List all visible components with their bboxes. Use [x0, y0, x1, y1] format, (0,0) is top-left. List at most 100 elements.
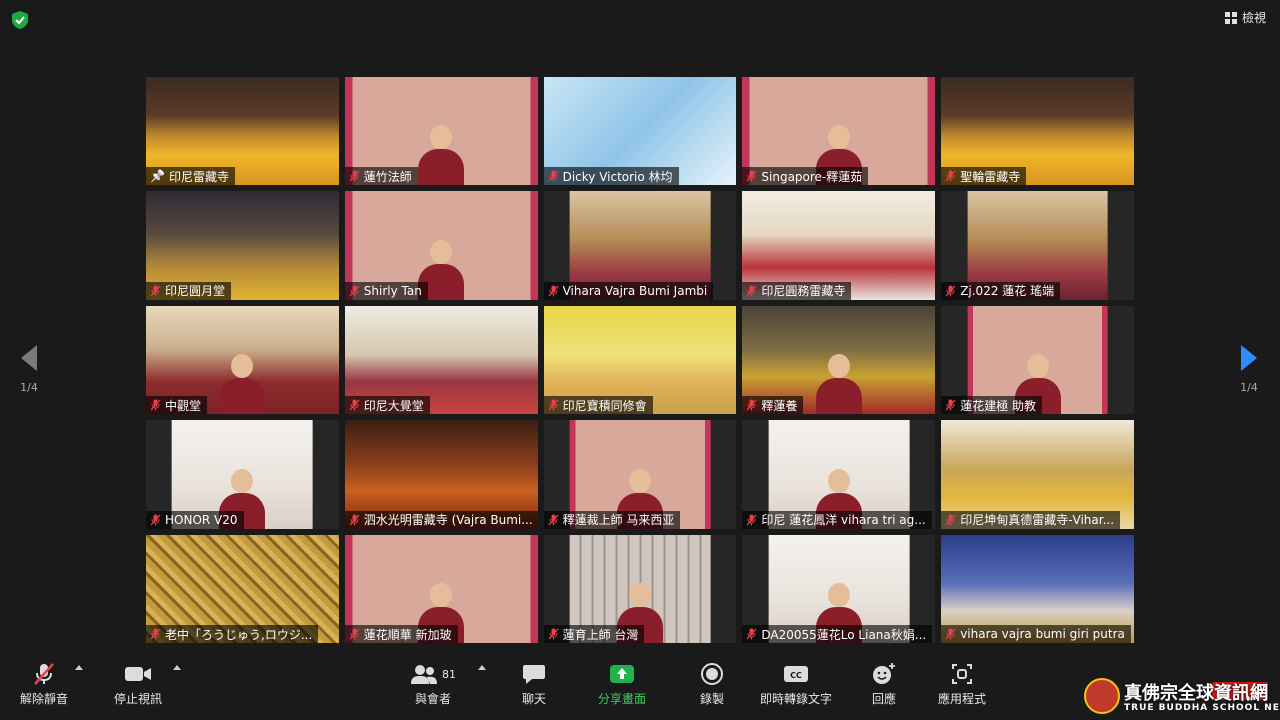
record-icon [701, 663, 723, 685]
participant-video-tile[interactable]: 中觀堂 [146, 305, 339, 415]
view-button-label: 檢視 [1241, 11, 1266, 25]
participant-video-tile[interactable]: Vihara Vajra Bumi Jambi [543, 191, 737, 300]
muted-mic-icon [150, 285, 161, 297]
participant-name-label: 印尼寶積同修會 [543, 396, 653, 415]
audio-options-caret[interactable] [75, 665, 83, 670]
watermark-subtitle: TRUE BUDDHA SCHOOL NET [1124, 703, 1280, 713]
participant-video-tile[interactable]: Zj.022 蓮花 瑤端 [941, 191, 1134, 300]
video-options-caret[interactable] [173, 665, 181, 670]
previous-page-button[interactable]: 1/4 [9, 345, 49, 394]
live-transcript-button[interactable]: CC 即時轉錄文字 [760, 658, 832, 707]
previous-page-indicator: 1/4 [20, 381, 38, 394]
participant-video-tile[interactable]: 印尼圓務雷藏寺 [742, 191, 936, 300]
apps-button[interactable]: 應用程式 [938, 658, 986, 707]
participant-video-tile[interactable]: 印尼坤甸真德雷藏寺-Vihar... [941, 420, 1134, 529]
participant-name: 印尼 蓮花鳳洋 vihara tri ag... [761, 513, 926, 528]
muted-mic-icon [548, 514, 559, 526]
participant-name: Vihara Vajra Bumi Jambi [562, 283, 708, 298]
participant-video-tile[interactable]: 釋蓮裁上師 马来西亚 [543, 420, 737, 529]
muted-mic-icon [746, 399, 757, 411]
chat-label: 聊天 [522, 692, 547, 706]
reaction-emoji-icon [873, 663, 895, 684]
muted-mic-icon [548, 628, 559, 640]
participant-video-tile[interactable]: HONOR V20 [146, 420, 339, 529]
participant-video-tile[interactable]: Shirly Tan [344, 191, 538, 300]
encryption-shield-icon[interactable] [10, 10, 30, 30]
participant-name-label: vihara vajra bumi giri putra [941, 625, 1131, 643]
participant-video-tile[interactable]: 印尼寶積同修會 [543, 305, 737, 415]
participant-video-tile[interactable]: Singapore-釋蓮茹 [742, 77, 936, 186]
participant-name: Zj.022 蓮花 瑤端 [960, 284, 1055, 299]
true-buddha-school-watermark: 真佛宗全球資訊網 TRUE BUDDHA SCHOOL NET [1084, 676, 1280, 718]
participants-icon [411, 665, 437, 684]
participant-video-tile[interactable]: 聖輪雷藏寺 [941, 77, 1134, 186]
participant-name: 蓮花順華 新加玻 [363, 627, 452, 642]
participant-video-tile[interactable]: 📌 印尼雷藏寺 [146, 77, 339, 186]
participant-name: 印尼大覺堂 [363, 398, 424, 413]
participant-video-tile[interactable]: 蓮花建極 助教 [941, 305, 1134, 415]
stop-video-button[interactable]: 停止視訊 [114, 658, 162, 707]
muted-mic-icon [945, 285, 956, 297]
participant-figure [815, 354, 862, 415]
participants-options-caret[interactable] [478, 665, 486, 670]
participants-label: 與會者 [414, 692, 451, 706]
share-screen-button[interactable]: 分享畫面 [598, 658, 646, 707]
participant-video-tile[interactable]: 釋蓮養 [742, 305, 936, 415]
participant-video-tile[interactable]: 蓮竹法師 [344, 77, 538, 186]
muted-mic-icon [945, 628, 956, 640]
chat-button[interactable]: 聊天 [522, 658, 546, 707]
participant-name: 印尼圓務雷藏寺 [761, 284, 846, 299]
reactions-button[interactable]: 回應 [871, 658, 897, 707]
participant-video-tile[interactable]: vihara vajra bumi giri putra [941, 534, 1134, 643]
participant-name: 蓮竹法師 [363, 169, 412, 184]
muted-mic-icon [746, 285, 757, 297]
participant-video-tile[interactable]: 蓮育上師 台灣 [543, 534, 737, 643]
muted-mic-icon [945, 514, 956, 526]
left-arrow-icon [21, 345, 37, 371]
participant-video-tile[interactable]: Dicky Victorio 林均 [543, 77, 737, 186]
participant-name-label: 中觀堂 [146, 396, 208, 415]
participant-name-label: Singapore-釋蓮茹 [742, 167, 869, 186]
view-button[interactable]: 檢視 [1224, 9, 1266, 26]
watermark-title: 真佛宗全球資訊網 [1124, 683, 1268, 704]
svg-text:CC: CC [790, 671, 802, 680]
muted-mic-icon [150, 514, 161, 526]
live-transcript-label: 即時轉錄文字 [760, 692, 833, 706]
participant-name-label: Dicky Victorio 林均 [543, 167, 679, 186]
participant-video-tile[interactable]: 印尼大覺堂 [344, 305, 538, 415]
participant-name-label: 蓮花建極 助教 [941, 396, 1043, 415]
muted-mic-icon [945, 399, 956, 411]
participant-name-label: 印尼大覺堂 [344, 396, 430, 415]
next-page-button[interactable]: 1/4 [1229, 345, 1269, 394]
muted-mic-icon [150, 628, 161, 640]
participant-figure [418, 125, 465, 186]
participant-name: 印尼坤甸真德雷藏寺-Vihar... [960, 513, 1115, 528]
participant-name: 老中「ろうじゅう,ロウジ... [165, 627, 313, 642]
participant-name-label: 蓮花順華 新加玻 [344, 625, 458, 643]
stop-video-label: 停止視訊 [114, 692, 163, 706]
participants-button[interactable]: 81 與會者 [410, 658, 456, 707]
participant-video-tile[interactable]: 蓮花順華 新加玻 [344, 534, 538, 643]
muted-mic-icon [349, 285, 360, 297]
muted-mic-icon [34, 663, 54, 685]
grid-view-icon [1224, 11, 1237, 24]
participant-video-tile[interactable]: 印尼 蓮花鳳洋 vihara tri ag... [742, 420, 936, 529]
participant-video-tile[interactable]: 印尼圓月堂 [146, 191, 339, 300]
muted-mic-icon [548, 170, 559, 182]
participant-video-tile[interactable]: 泗水光明雷藏寺 (Vajra Bumi... [344, 420, 538, 529]
participant-name-label: 📌 印尼雷藏寺 [146, 167, 235, 186]
participant-name-label: 蓮竹法師 [344, 167, 418, 186]
unmute-button[interactable]: 解除靜音 [20, 658, 68, 707]
participant-name-label: 印尼坤甸真德雷藏寺-Vihar... [941, 510, 1121, 529]
participant-name-label: 泗水光明雷藏寺 (Vajra Bumi... [344, 510, 538, 529]
muted-mic-icon [349, 628, 360, 640]
muted-mic-icon [548, 399, 559, 411]
participant-name: 聖輪雷藏寺 [960, 169, 1021, 184]
participant-name-label: Vihara Vajra Bumi Jambi [543, 281, 714, 300]
share-screen-label: 分享畫面 [598, 692, 647, 706]
participant-video-tile[interactable]: DA20055蓮花Lo Liana秋娟... [742, 534, 936, 643]
record-button[interactable]: 錄製 [700, 658, 724, 707]
participant-video-tile[interactable]: 老中「ろうじゅう,ロウジ... [146, 534, 339, 643]
muted-mic-icon [150, 399, 161, 411]
participant-figure [219, 354, 266, 415]
